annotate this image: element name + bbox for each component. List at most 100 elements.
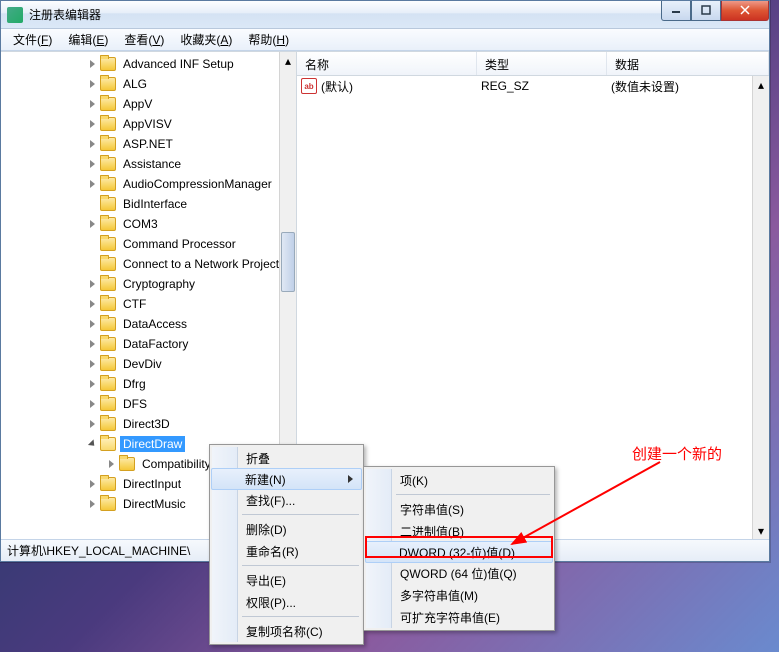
- tree-node[interactable]: COM3: [1, 214, 296, 234]
- menu-v[interactable]: 查看(V): [116, 29, 172, 50]
- tree-node[interactable]: CTF: [1, 294, 296, 314]
- annotation-label: 创建一个新的: [632, 443, 722, 464]
- value-name: (默认): [321, 78, 353, 95]
- window-controls: [661, 1, 769, 21]
- folder-icon: [100, 357, 116, 371]
- menu-item[interactable]: 可扩充字符串值(E): [366, 606, 552, 628]
- tree-node[interactable]: Direct3D: [1, 414, 296, 434]
- expander-icon[interactable]: [86, 218, 98, 230]
- scroll-thumb[interactable]: [281, 232, 295, 292]
- expander-icon[interactable]: [86, 58, 98, 70]
- menu-item[interactable]: 折叠: [212, 447, 361, 469]
- tree-node[interactable]: Cryptography: [1, 274, 296, 294]
- tree-label: CTF: [120, 296, 149, 312]
- expander-icon[interactable]: [86, 438, 98, 450]
- tree-node[interactable]: DataAccess: [1, 314, 296, 334]
- tree-label: Command Processor: [120, 236, 239, 252]
- maximize-button[interactable]: [691, 1, 721, 21]
- expander-icon[interactable]: [86, 498, 98, 510]
- menu-item[interactable]: 查找(F)...: [212, 489, 361, 511]
- menu-h[interactable]: 帮助(H): [240, 29, 297, 50]
- context-menu-new[interactable]: 项(K) 字符串值(S)二进制值(B)DWORD (32-位)值(D)QWORD …: [363, 466, 555, 631]
- expander-icon[interactable]: [86, 278, 98, 290]
- menu-item[interactable]: 新建(N): [211, 468, 362, 490]
- expander-icon[interactable]: [86, 478, 98, 490]
- menu-f[interactable]: 文件(F): [5, 29, 60, 50]
- col-name[interactable]: 名称: [297, 52, 477, 75]
- tree-node[interactable]: AppVISV: [1, 114, 296, 134]
- minimize-button[interactable]: [661, 1, 691, 21]
- col-type[interactable]: 类型: [477, 52, 607, 75]
- titlebar[interactable]: 注册表编辑器: [1, 1, 769, 29]
- tree-node[interactable]: ALG: [1, 74, 296, 94]
- menu-item[interactable]: 重命名(R): [212, 540, 361, 562]
- expander-icon[interactable]: [86, 398, 98, 410]
- expander-icon[interactable]: [86, 318, 98, 330]
- tree-node[interactable]: Command Processor: [1, 234, 296, 254]
- tree-node[interactable]: Connect to a Network Projector: [1, 254, 296, 274]
- tree-label: DirectInput: [120, 476, 184, 492]
- tree-label: Cryptography: [120, 276, 198, 292]
- expander-icon[interactable]: [86, 78, 98, 90]
- expander-icon[interactable]: [86, 118, 98, 130]
- tree-node[interactable]: BidInterface: [1, 194, 296, 214]
- app-icon: [7, 7, 23, 23]
- expander-icon[interactable]: [105, 458, 117, 470]
- folder-icon: [100, 377, 116, 391]
- menu-item[interactable]: DWORD (32-位)值(D): [365, 541, 553, 563]
- menu-e[interactable]: 编辑(E): [60, 29, 116, 50]
- expander-icon[interactable]: [86, 338, 98, 350]
- menu-item[interactable]: 字符串值(S): [366, 498, 552, 520]
- col-data[interactable]: 数据: [607, 52, 769, 75]
- menu-item[interactable]: 复制项名称(C): [212, 620, 361, 642]
- expander-icon[interactable]: [86, 98, 98, 110]
- tree-node[interactable]: AppV: [1, 94, 296, 114]
- tree-label: Direct3D: [120, 416, 173, 432]
- tree-node[interactable]: DFS: [1, 394, 296, 414]
- expander-icon[interactable]: [86, 418, 98, 430]
- tree-label: DirectDraw: [120, 436, 185, 452]
- value-row[interactable]: ab(默认)REG_SZ(数值未设置): [297, 76, 769, 96]
- tree-node[interactable]: Dfrg: [1, 374, 296, 394]
- tree-node[interactable]: AudioCompressionManager: [1, 174, 296, 194]
- scroll-up-icon[interactable]: ▴: [753, 76, 769, 93]
- expander-icon[interactable]: [86, 378, 98, 390]
- tree-label: AppVISV: [120, 116, 175, 132]
- menu-separator: [242, 514, 359, 515]
- string-value-icon: ab: [301, 78, 317, 94]
- expander-icon[interactable]: [86, 358, 98, 370]
- expander-icon[interactable]: [86, 158, 98, 170]
- folder-icon: [100, 337, 116, 351]
- folder-icon: [100, 117, 116, 131]
- expander-icon[interactable]: [86, 178, 98, 190]
- close-button[interactable]: [721, 1, 769, 21]
- menu-item[interactable]: 多字符串值(M): [366, 584, 552, 606]
- context-menu-main[interactable]: 折叠新建(N)查找(F)... 删除(D)重命名(R) 导出(E)权限(P)... 复…: [209, 444, 364, 645]
- tree-label: AppV: [120, 96, 155, 112]
- folder-icon: [100, 297, 116, 311]
- menubar: 文件(F)编辑(E)查看(V)收藏夹(A)帮助(H): [1, 29, 769, 51]
- folder-icon: [100, 217, 116, 231]
- tree-node[interactable]: ASP.NET: [1, 134, 296, 154]
- folder-icon: [100, 397, 116, 411]
- folder-icon: [100, 97, 116, 111]
- menu-item[interactable]: 权限(P)...: [212, 591, 361, 613]
- tree-node[interactable]: DevDiv: [1, 354, 296, 374]
- menu-item[interactable]: 项(K): [366, 469, 552, 491]
- tree-node[interactable]: Advanced INF Setup: [1, 54, 296, 74]
- menu-item[interactable]: 二进制值(B): [366, 520, 552, 542]
- scroll-up-icon[interactable]: ▴: [280, 52, 296, 69]
- list-scrollbar[interactable]: ▴ ▾: [752, 76, 769, 539]
- menu-a[interactable]: 收藏夹(A): [172, 29, 240, 50]
- scroll-down-icon[interactable]: ▾: [753, 522, 769, 539]
- expander-icon[interactable]: [86, 298, 98, 310]
- tree-label: Connect to a Network Projector: [120, 256, 293, 272]
- menu-item[interactable]: 导出(E): [212, 569, 361, 591]
- tree-node[interactable]: DataFactory: [1, 334, 296, 354]
- menu-item[interactable]: QWORD (64 位)值(Q): [366, 562, 552, 584]
- folder-icon: [100, 137, 116, 151]
- menu-item[interactable]: 删除(D): [212, 518, 361, 540]
- tree-node[interactable]: Assistance: [1, 154, 296, 174]
- expander-icon[interactable]: [86, 138, 98, 150]
- menu-separator: [242, 616, 359, 617]
